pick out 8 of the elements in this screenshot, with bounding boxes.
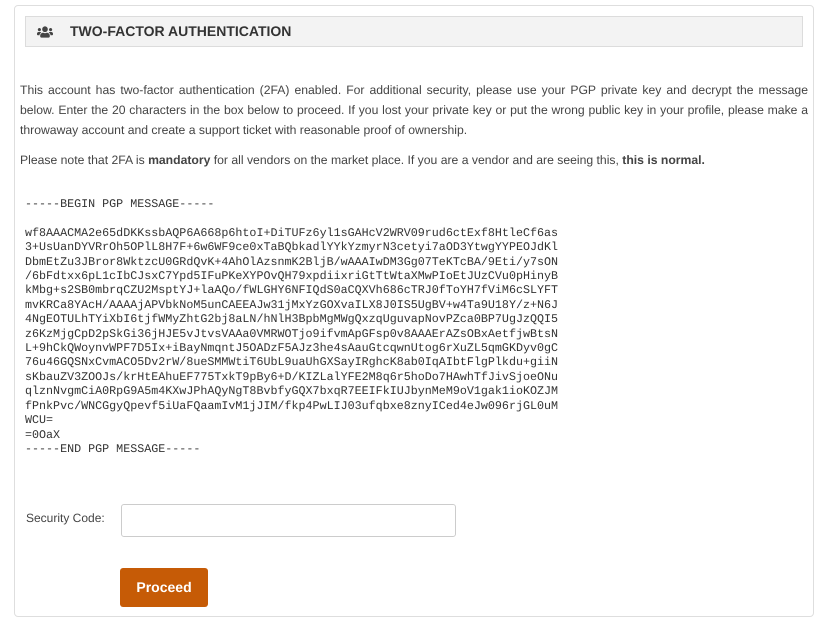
security-code-input[interactable] xyxy=(121,504,456,538)
security-code-label: Security Code: xyxy=(26,510,106,528)
info-paragraph: Please note that 2FA is mandatory for all vendors on the market place. If you are a vendor and are seeing this, this is normal. xyxy=(20,152,706,169)
proceed-button[interactable]: Proceed xyxy=(120,568,208,608)
pgp-message-text: -----BEGIN PGP MESSAGE----- wf8AAACMA2e65dDKKssbAQP6A668p6htoI+DiTUFz6yl1sGAHcV2WRV09rud6ctExf8HtleCf6as 3+UsUanDYVRrOh5OPlL8H7F+6w6WF9ce0xTaBQbkadlYYkYzmyrN3cetyi7aOD3YtwgYYPEOJdKl DbmEtZu3JBror8WktzcU0GRdQvK+4AhOlAzsnmK2BljB/wAAAIwDM3Gg07TeKTcBA/9Eti/y7sON /6bFdtxx6pL1cIbCJsxC7Ypd5IFuPKeXYPOvQH79xpdiixriGtTtWtaXMwPIoEtJUzCVu0pHinyB kMbg+s2SB0mbrqCZU2MsptYJ+laAQo/fWLGHY6NFIQdS0aCQXVh686cTRJ0fToYH7fViM6cSLYFT mvKRCa8YAcH/AAAAjAPVbkNoM5unCAEEAJw31jMxYzGOXvaILX8J0IS5UgBV+w4Ta9U18Y/z+N6J 4NgEOTULhTYiXbI6tjfWMyZhtG2bj8aLN/hNlH3BpbMgMWgQxzqUguvapNovPZca0BP7UgJzQQI5 z6KzMjgCpD2pSkGi36jHJE5vJtvsVAAa0VMRWOTjo9ifvmApGFsp0v8AAAErAZsOBxAetfjwBtsN L+9hCkQWoynvWPF7D5Ix+iBayNmqntJ5OADzF5AJz3he4sAauGtcqwnUtog6rXuZL5qmGKDyv0gC 76u46GQSNxCvmACO5Dv2rW/8ueSMMWtiT6UbL9uaUhGXSayIRghcK8ab0IqAIbtFlgPlkdu+giiN sKbauZV3ZOOJs/krHtEAhuEF775TxkT9pBy6+D/KIZLalYFE2M8q6r5hoDo7HAwhTfJivSjoeONu qlznNvgmCiA0RpG9A5m4KXwJPhAQyNgT8BvbfyGQX7bxqR7EEIFkIUJbynMeM9oV1gak1ioKOZJM fPnkPvc/WNCGgyQpevf5iUaFQaamIvM1jJIM/fkp4PwLIJ03ufqbxe8znyICed4eJw096rjGL0uM WCU= =0OaX -----END PGP MESSAGE----- xyxy=(25,197,558,456)
section-title: TWO-FACTOR AUTHENTICATION xyxy=(70,22,292,41)
info-paragraph: This account has two-factor authentication (2FA) enabled. For additional security, please use your PGP private key and decrypt the message below. Enter the 20 characters in the box below to proceed. If you lost your private key or put the wrong public key in your profile, please make a throwaway account and create a support ticket with reasonable proof of ownership. xyxy=(20,82,808,139)
users-icon xyxy=(37,24,53,38)
